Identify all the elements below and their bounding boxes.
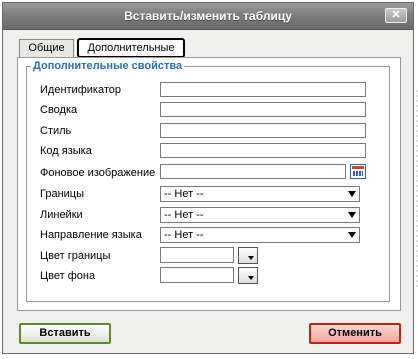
frame-label: Границы — [40, 188, 84, 200]
table-dialog: Вставить/изменить таблицу ✕ Общие Дополн… — [2, 2, 414, 354]
title-bar[interactable]: Вставить/изменить таблицу ✕ — [3, 3, 413, 30]
tab-general[interactable]: Общие — [19, 39, 74, 57]
frame-select[interactable]: -- Нет -- — [160, 186, 360, 202]
frame-select-value: -- Нет -- — [164, 188, 204, 200]
border-color-picker-button[interactable] — [238, 247, 258, 264]
bg-color-input[interactable] — [160, 267, 234, 283]
bg-color-picker-button[interactable] — [238, 267, 258, 284]
border-color-input[interactable] — [160, 247, 234, 263]
summary-input[interactable] — [160, 102, 366, 117]
dir-select[interactable]: -- Нет -- — [160, 227, 360, 243]
bg-image-input[interactable] — [160, 164, 346, 179]
summary-label: Сводка — [40, 104, 78, 116]
rules-select-value: -- Нет -- — [164, 209, 204, 221]
cancel-button[interactable]: Отменить — [309, 323, 401, 344]
advanced-panel: Дополнительные свойства Идентификатор Св… — [17, 57, 401, 311]
border-color-label: Цвет границы — [40, 250, 111, 262]
chevron-down-icon — [348, 232, 356, 238]
lang-code-label: Код языка — [40, 145, 92, 157]
dialog-title: Вставить/изменить таблицу — [124, 9, 292, 23]
chevron-down-icon — [348, 191, 356, 197]
section-legend: Дополнительные свойства — [33, 60, 183, 72]
close-icon[interactable]: ✕ — [385, 8, 407, 23]
rules-label: Линейки — [40, 209, 83, 221]
lang-code-input[interactable] — [160, 143, 366, 158]
dir-label: Направление языка — [40, 229, 142, 241]
insert-button[interactable]: Вставить — [19, 323, 111, 344]
dir-select-value: -- Нет -- — [164, 229, 204, 241]
tab-advanced[interactable]: Дополнительные — [77, 38, 185, 58]
id-input[interactable] — [160, 82, 366, 97]
style-label: Стиль — [40, 125, 72, 137]
rules-select[interactable]: -- Нет -- — [160, 207, 360, 223]
id-label: Идентификатор — [40, 84, 121, 96]
bg-image-label: Фоновое изображение — [40, 167, 156, 179]
style-input[interactable] — [160, 123, 366, 138]
bg-color-label: Цвет фона — [40, 270, 96, 282]
browse-icon[interactable] — [350, 164, 366, 179]
chevron-down-icon — [348, 212, 356, 218]
